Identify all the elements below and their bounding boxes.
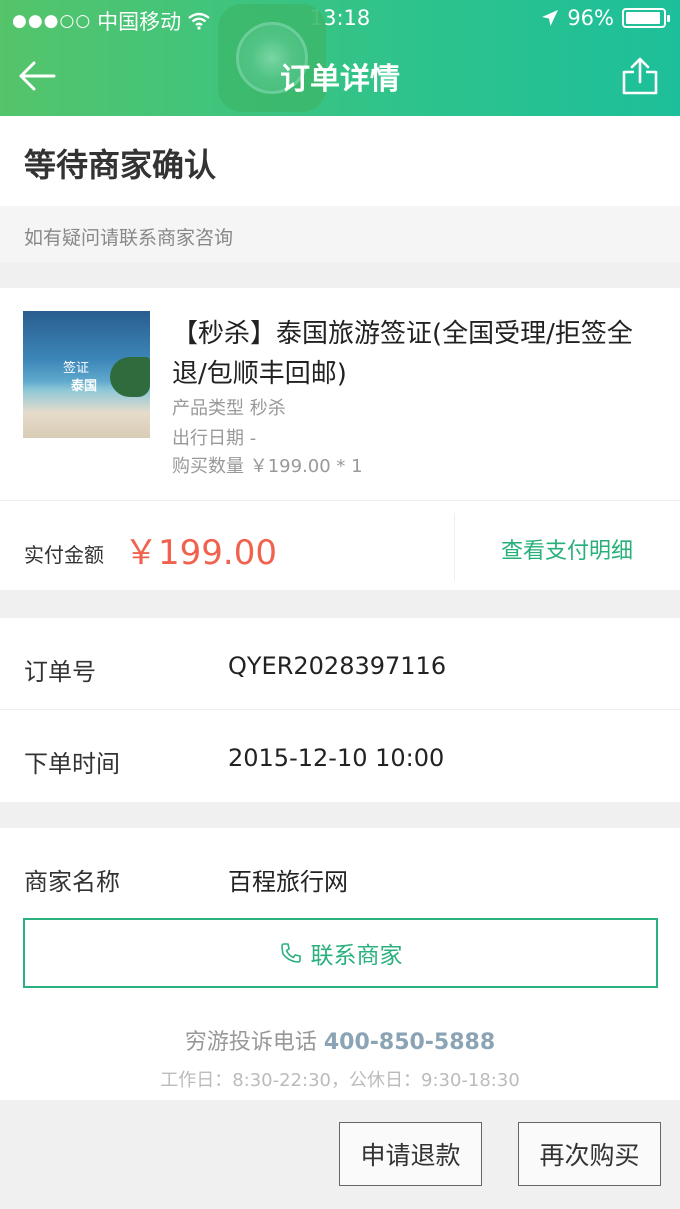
order-status-section: 等待商家确认: [0, 116, 680, 206]
order-number-row: 订单号 QYER2028397116: [0, 618, 680, 710]
apply-refund-button[interactable]: 申请退款: [339, 1122, 482, 1186]
merchant-section: 商家名称 百程旅行网 联系商家 穷游投诉电话 400-850-5888 工作日：…: [0, 828, 680, 1100]
complaint-label: 穷游投诉电话: [184, 1030, 317, 1055]
contact-hint-text: 如有疑问请联系商家咨询: [24, 227, 234, 249]
order-time-label: 下单时间: [24, 750, 120, 778]
product-quantity: 购买数量 ￥199.00 * 1: [172, 456, 363, 477]
merchant-name-value: 百程旅行网: [228, 868, 348, 896]
order-time-row: 下单时间 2015-12-10 10:00: [0, 710, 680, 802]
buy-again-button[interactable]: 再次购买: [518, 1122, 661, 1186]
product-thumbnail: 签证 泰国: [23, 311, 150, 438]
header: ●●●○○ 中国移动 13:18 96% 订单详情: [0, 0, 680, 116]
share-icon[interactable]: [620, 56, 660, 96]
contact-merchant-label: 联系商家: [310, 943, 403, 969]
battery-percent: 96%: [567, 6, 614, 30]
status-bar: ●●●○○ 中国移动 13:18 96%: [0, 0, 680, 38]
complaint-hotline: 穷游投诉电话 400-850-5888: [0, 1024, 680, 1056]
product-type: 产品类型 秒杀: [172, 398, 286, 419]
view-payment-detail-link[interactable]: 查看支付明细: [454, 533, 680, 565]
order-number-label: 订单号: [24, 658, 96, 686]
order-status-title: 等待商家确认: [24, 146, 217, 184]
phone-icon: [280, 943, 301, 963]
merchant-name-label: 商家名称: [24, 868, 120, 896]
product-travel-date: 出行日期 -: [172, 428, 257, 449]
contact-merchant-button[interactable]: 联系商家: [23, 918, 658, 988]
complaint-phone-link[interactable]: 400-850-5888: [324, 1030, 495, 1055]
service-hours: 工作日：8:30-22:30，公休日：9:30-18:30: [160, 1070, 520, 1091]
location-arrow-icon: [542, 10, 559, 26]
paid-amount-label: 实付金额: [24, 543, 104, 567]
contact-hint-bar: 如有疑问请联系商家咨询: [0, 206, 680, 262]
thumbnail-label-visa: 签证: [63, 361, 90, 376]
product-card[interactable]: 签证 泰国 【秒杀】泰国旅游签证(全国受理/拒签全退/包顺丰回邮) 产品类型 秒…: [0, 288, 680, 500]
order-number-value: QYER2028397116: [228, 652, 447, 680]
thumbnail-label-country: 泰国: [71, 379, 98, 394]
page-title: 订单详情: [280, 62, 400, 97]
order-time-value: 2015-12-10 10:00: [228, 744, 445, 772]
paid-amount-value: ￥199.00: [124, 533, 277, 573]
bottom-action-bar: 申请退款 再次购买: [0, 1100, 680, 1209]
battery-icon: [622, 8, 670, 28]
product-name: 【秒杀】泰国旅游签证(全国受理/拒签全退/包顺丰回邮): [172, 319, 633, 389]
payment-row: 实付金额 ￥199.00 查看支付明细: [0, 500, 680, 590]
